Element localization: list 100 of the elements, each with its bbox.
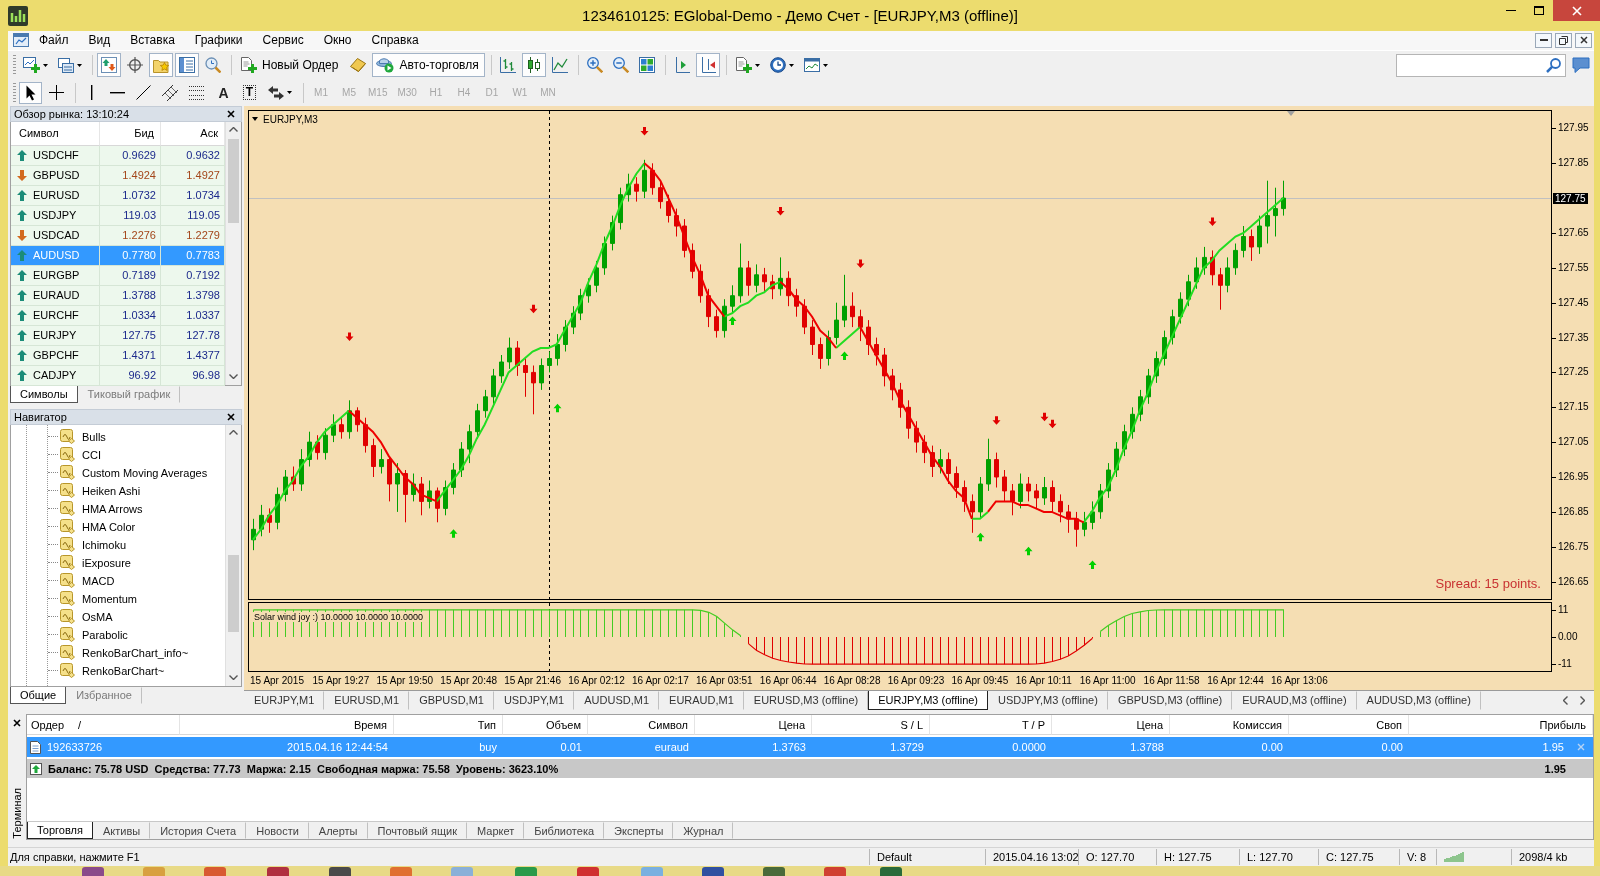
candle [1010, 483, 1015, 516]
column-header[interactable]: Цена [695, 715, 812, 736]
column-header[interactable]: Символ [11, 121, 100, 146]
down-arrow-marker [992, 416, 1001, 425]
auto-scroll-button[interactable] [695, 53, 720, 78]
tree-item[interactable]: Momentum [11, 589, 140, 608]
text-tool-button[interactable]: A [212, 81, 235, 104]
tree-item[interactable]: OsMA [11, 607, 115, 626]
market-row[interactable]: USDCAD 1.2276 1.2279 [11, 225, 225, 246]
candlestick-chart-button[interactable] [521, 53, 546, 78]
column-header[interactable]: Бид [100, 121, 161, 146]
new-order-button[interactable]: Новый Ордер [236, 53, 345, 78]
tree-item[interactable]: Ichimoku [11, 535, 129, 554]
minimize-button[interactable] [1535, 32, 1552, 48]
restore-button[interactable] [1555, 32, 1572, 48]
candle [347, 399, 352, 440]
menu-item[interactable]: Графики [184, 31, 253, 50]
chart-tab[interactable]: AUDUSD,M1 [574, 690, 660, 710]
market-row[interactable]: EURAUD 1.3788 1.3798 [11, 285, 225, 306]
scroll-left-button[interactable] [1562, 694, 1569, 706]
candle [858, 309, 863, 342]
terminal-tab[interactable]: Почтовый ящик [367, 822, 467, 840]
chart-tab[interactable]: GBPUSD,M1 [409, 690, 494, 710]
candle [842, 274, 847, 328]
indicator-bar [501, 609, 502, 637]
terminal-tab[interactable]: Алерты [308, 822, 368, 840]
column-header[interactable]: Комиссия [1170, 715, 1289, 736]
market-row[interactable]: EURUSD 1.0732 1.0734 [11, 185, 225, 206]
close-panel-button[interactable] [225, 410, 237, 423]
terminal-tab[interactable]: Торговля [27, 822, 93, 840]
column-header[interactable]: Прибыль [1409, 715, 1593, 736]
column-header[interactable]: Своп [1289, 715, 1409, 736]
shift-marker-icon[interactable] [1287, 110, 1295, 116]
chart-tab[interactable]: EURUSD,M1 [324, 690, 410, 710]
indicator-bar [573, 609, 574, 637]
terminal-tab[interactable]: Журнал [673, 822, 734, 840]
tree-item[interactable]: HMA Color [11, 517, 138, 536]
column-header[interactable]: T / P [930, 715, 1052, 736]
market-row[interactable]: USDCHF 0.9629 0.9632 [11, 145, 225, 166]
candle [1281, 180, 1286, 216]
menu-item[interactable]: Файл [29, 31, 79, 50]
market-row[interactable]: EURGBP 0.7189 0.7192 [11, 265, 225, 286]
menu-item[interactable]: Вставка [120, 31, 185, 50]
menu-item[interactable]: Сервис [252, 31, 314, 50]
column-header[interactable]: Символ [588, 715, 695, 736]
market-watch-button[interactable] [97, 53, 121, 78]
tree-item[interactable]: RenkoBarChart_info~ [11, 643, 191, 662]
menu-item[interactable]: Окно [313, 31, 362, 50]
scrollbar-thumb[interactable] [228, 138, 239, 223]
tree-item[interactable]: Bulls [11, 427, 108, 446]
close-panel-button[interactable] [225, 107, 237, 120]
tree-item[interactable]: iExposure [11, 553, 133, 572]
chart-tab[interactable]: EURJPY,M3 (offline) [868, 690, 989, 710]
column-header[interactable]: S / L [812, 715, 930, 736]
tree-item[interactable]: HMA Arrows [11, 499, 145, 518]
column-header[interactable]: Тип [394, 715, 503, 736]
terminal-button[interactable] [175, 53, 199, 78]
up-arrow-marker [976, 532, 985, 542]
market-row[interactable]: GBPCHF 1.4371 1.4377 [11, 345, 225, 366]
market-row[interactable]: GBPUSD 1.4924 1.4927 [11, 165, 225, 186]
tree-item[interactable]: Heiken Ashi [11, 481, 143, 500]
tree-item[interactable]: CCI [11, 445, 103, 464]
label-tool-button[interactable]: T [238, 81, 261, 104]
terminal-tab[interactable]: История Счета [150, 822, 247, 840]
tree-item[interactable]: RenkoBarChart~ [11, 661, 167, 680]
panel-tab[interactable]: Избранное [66, 686, 142, 704]
close-panel-button[interactable] [12, 718, 22, 729]
market-row[interactable]: CADJPY 96.92 96.98 [11, 365, 225, 386]
chart-tab[interactable]: EURJPY,M1 [244, 690, 325, 710]
tree-item[interactable]: Parabolic [11, 625, 130, 644]
column-header[interactable]: Объем [503, 715, 588, 736]
chart-tab[interactable]: EURAUD,M1 [659, 690, 744, 710]
column-header[interactable]: Ордер [31, 718, 65, 731]
dropdown-triangle-icon[interactable] [252, 117, 258, 122]
chart-tab[interactable]: USDJPY,M3 (offline) [988, 690, 1108, 710]
column-header[interactable]: Цена [1052, 715, 1170, 736]
terminal-tab[interactable]: Новости [246, 822, 309, 840]
market-row[interactable]: USDJPY 119.03 119.05 [11, 205, 225, 226]
market-row[interactable]: EURJPY 127.75 127.78 [11, 325, 225, 346]
terminal-tab[interactable]: Маркет [467, 822, 525, 840]
scrollbar-thumb[interactable] [228, 554, 239, 632]
menu-item[interactable]: Справка [361, 31, 429, 50]
chart-tab[interactable]: EURAUD,M3 (offline) [1232, 690, 1357, 710]
auto-trading-button[interactable]: Авто-торговля [372, 53, 485, 78]
tree-item[interactable]: Custom Moving Averages [11, 463, 210, 482]
market-row[interactable]: EURCHF 1.0334 1.0337 [11, 305, 225, 326]
menu-item[interactable]: Вид [78, 31, 121, 50]
column-header[interactable]: Время [180, 715, 394, 736]
chart-tab[interactable]: GBPUSD,M3 (offline) [1107, 690, 1233, 710]
close-button[interactable] [1575, 32, 1592, 48]
panel-tab[interactable]: Тиковый график [77, 385, 181, 403]
terminal-tab[interactable]: Активы [92, 822, 151, 840]
chart-tab[interactable]: USDJPY,M1 [493, 690, 575, 710]
search-field[interactable] [1396, 53, 1566, 77]
terminal-tab[interactable]: Эксперты [604, 822, 674, 840]
chart-tab[interactable]: AUDUSD,M3 (offline) [1356, 690, 1481, 710]
cursor-button[interactable] [19, 81, 42, 104]
scroll-right-button[interactable] [1579, 694, 1586, 706]
tree-item[interactable]: MACD [11, 571, 117, 590]
terminal-tab[interactable]: Библиотека [524, 822, 605, 840]
